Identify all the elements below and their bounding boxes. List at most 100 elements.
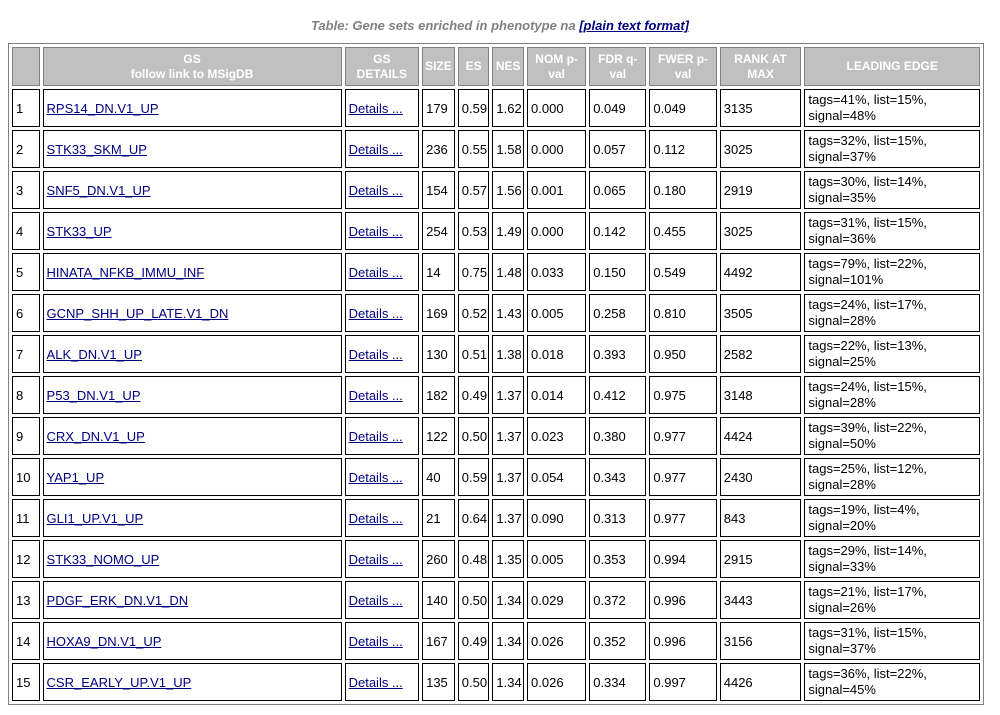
gene-set-link[interactable]: RPS14_DN.V1_UP — [47, 101, 159, 116]
details-link[interactable]: Details ... — [349, 142, 403, 157]
table-body: 1 RPS14_DN.V1_UP Details ... 179 0.59 1.… — [12, 89, 980, 701]
gene-set-link[interactable]: GLI1_UP.V1_UP — [47, 511, 144, 526]
details-cell: Details ... — [344, 253, 420, 291]
gene-set-link[interactable]: ALK_DN.V1_UP — [47, 347, 142, 362]
leading-edge-line1: tags=24%, list=15%, — [808, 379, 927, 394]
table-row: 10 YAP1_UP Details ... 40 0.59 1.37 0.05… — [12, 458, 980, 496]
rank-at-max-cell: 3025 — [719, 212, 802, 250]
gene-set-link[interactable]: HOXA9_DN.V1_UP — [47, 634, 162, 649]
col-header-size: SIZE — [422, 47, 455, 86]
details-link[interactable]: Details ... — [349, 634, 403, 649]
nes-cell: 1.62 — [492, 89, 525, 127]
fwer-pval-cell: 0.997 — [649, 663, 717, 701]
header-row: GS follow link to MSigDB GS DETAILS SIZE E… — [12, 47, 980, 86]
col-header-index — [12, 47, 40, 86]
gene-set-link[interactable]: GCNP_SHH_UP_LATE.V1_DN — [47, 306, 229, 321]
details-link[interactable]: Details ... — [349, 306, 403, 321]
fdr-qval-cell: 0.343 — [589, 458, 647, 496]
nom-pval-cell: 0.029 — [527, 581, 587, 619]
leading-edge-cell: tags=79%, list=22%, signal=101% — [804, 253, 980, 291]
details-link[interactable]: Details ... — [349, 347, 403, 362]
nom-header-line1: NOM p- — [535, 51, 578, 66]
plain-text-format-link[interactable]: [plain text format] — [579, 18, 689, 33]
details-cell: Details ... — [344, 622, 420, 660]
nes-cell: 1.34 — [492, 622, 525, 660]
details-link[interactable]: Details ... — [349, 224, 403, 239]
fwer-pval-cell: 0.950 — [649, 335, 717, 373]
nom-pval-cell: 0.026 — [527, 663, 587, 701]
gene-set-link[interactable]: STK33_UP — [47, 224, 112, 239]
leading-edge-line1: tags=39%, list=22%, — [808, 420, 927, 435]
details-link[interactable]: Details ... — [349, 675, 403, 690]
leading-edge-line1: tags=19%, list=4%, — [808, 502, 920, 517]
leading-edge-cell: tags=22%, list=13%, signal=25% — [804, 335, 980, 373]
gene-set-link[interactable]: CRX_DN.V1_UP — [47, 429, 145, 444]
gene-set-link[interactable]: YAP1_UP — [47, 470, 105, 485]
leading-edge-line1: tags=36%, list=22%, — [808, 666, 927, 681]
details-link[interactable]: Details ... — [349, 101, 403, 116]
nom-pval-cell: 0.014 — [527, 376, 587, 414]
details-link[interactable]: Details ... — [349, 265, 403, 280]
details-link[interactable]: Details ... — [349, 593, 403, 608]
gene-set-link[interactable]: HINATA_NFKB_IMMU_INF — [47, 265, 205, 280]
details-link[interactable]: Details ... — [349, 511, 403, 526]
size-cell: 182 — [422, 376, 455, 414]
details-link[interactable]: Details ... — [349, 429, 403, 444]
leading-edge-line1: tags=21%, list=17%, — [808, 584, 927, 599]
details-cell: Details ... — [344, 417, 420, 455]
fdr-qval-cell: 0.380 — [589, 417, 647, 455]
gene-set-link[interactable]: PDGF_ERK_DN.V1_DN — [47, 593, 189, 608]
fwer-header-line2: val — [674, 66, 692, 81]
es-cell: 0.49 — [457, 622, 490, 660]
es-cell: 0.53 — [457, 212, 490, 250]
size-cell: 260 — [422, 540, 455, 578]
size-cell: 122 — [422, 417, 455, 455]
es-cell: 0.75 — [457, 253, 490, 291]
details-cell: Details ... — [344, 663, 420, 701]
table-row: 1 RPS14_DN.V1_UP Details ... 179 0.59 1.… — [12, 89, 980, 127]
gene-set-link[interactable]: STK33_NOMO_UP — [47, 552, 160, 567]
leading-edge-line1: tags=31%, list=15%, — [808, 215, 927, 230]
es-cell: 0.59 — [457, 458, 490, 496]
nom-pval-cell: 0.000 — [527, 212, 587, 250]
leading-edge-line1: tags=32%, list=15%, — [808, 133, 927, 148]
gs-header-line1: GS — [183, 51, 201, 66]
es-cell: 0.51 — [457, 335, 490, 373]
table-row: 7 ALK_DN.V1_UP Details ... 130 0.51 1.38… — [12, 335, 980, 373]
details-link[interactable]: Details ... — [349, 470, 403, 485]
leading-edge-line2: signal=28% — [808, 313, 876, 328]
row-index: 8 — [12, 376, 40, 414]
leading-edge-line1: tags=29%, list=14%, — [808, 543, 927, 558]
leading-edge-cell: tags=32%, list=15%, signal=37% — [804, 130, 980, 168]
leading-edge-line2: signal=35% — [808, 190, 876, 205]
details-cell: Details ... — [344, 294, 420, 332]
row-index: 1 — [12, 89, 40, 127]
details-link[interactable]: Details ... — [349, 183, 403, 198]
leading-edge-line2: signal=25% — [808, 354, 876, 369]
rank-at-max-cell: 3025 — [719, 130, 802, 168]
gene-set-cell: STK33_SKM_UP — [42, 130, 342, 168]
fdr-qval-cell: 0.313 — [589, 499, 647, 537]
gene-set-link[interactable]: P53_DN.V1_UP — [47, 388, 141, 403]
size-cell: 169 — [422, 294, 455, 332]
table-row: 12 STK33_NOMO_UP Details ... 260 0.48 1.… — [12, 540, 980, 578]
nom-pval-cell: 0.033 — [527, 253, 587, 291]
rank-at-max-cell: 3505 — [719, 294, 802, 332]
gene-set-link[interactable]: STK33_SKM_UP — [47, 142, 147, 157]
gene-set-cell: RPS14_DN.V1_UP — [42, 89, 342, 127]
details-cell: Details ... — [344, 499, 420, 537]
details-link[interactable]: Details ... — [349, 552, 403, 567]
nes-cell: 1.34 — [492, 581, 525, 619]
gene-set-link[interactable]: CSR_EARLY_UP.V1_UP — [47, 675, 192, 690]
details-link[interactable]: Details ... — [349, 388, 403, 403]
leading-edge-line2: signal=28% — [808, 395, 876, 410]
table-row: 6 GCNP_SHH_UP_LATE.V1_DN Details ... 169… — [12, 294, 980, 332]
gene-set-cell: CSR_EARLY_UP.V1_UP — [42, 663, 342, 701]
nom-pval-cell: 0.018 — [527, 335, 587, 373]
details-header-line1: GS — [373, 51, 391, 66]
gene-set-link[interactable]: SNF5_DN.V1_UP — [47, 183, 151, 198]
table-row: 11 GLI1_UP.V1_UP Details ... 21 0.64 1.3… — [12, 499, 980, 537]
es-cell: 0.64 — [457, 499, 490, 537]
col-header-gs: GS follow link to MSigDB — [42, 47, 342, 86]
nom-pval-cell: 0.090 — [527, 499, 587, 537]
